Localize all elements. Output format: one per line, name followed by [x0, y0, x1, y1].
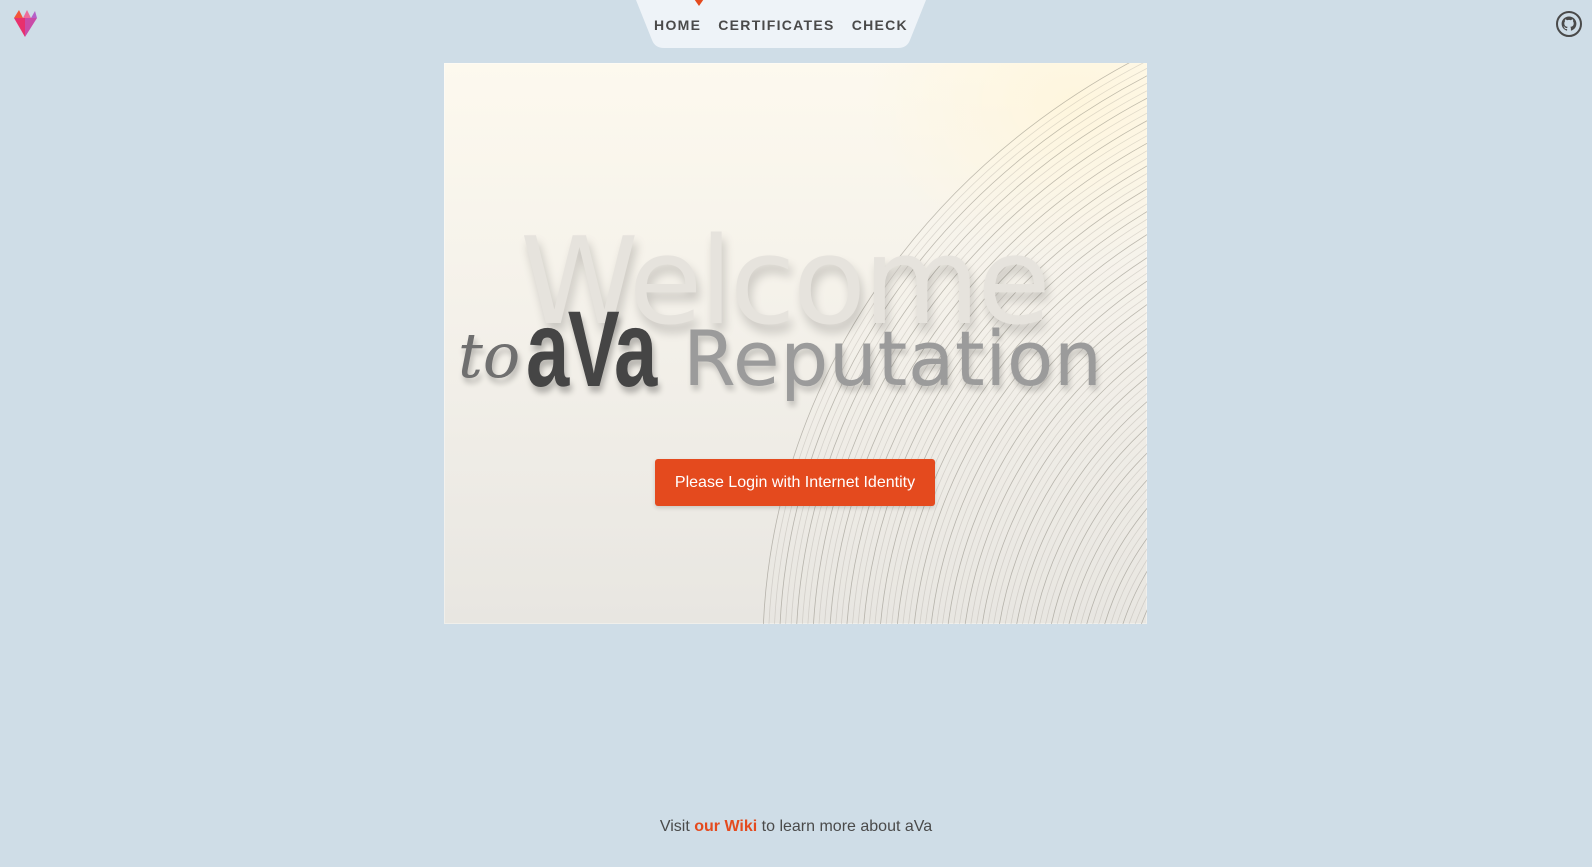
- login-internet-identity-button[interactable]: Please Login with Internet Identity: [655, 459, 935, 506]
- hero-banner: Welcome to aVa Reputation Please Login w…: [444, 63, 1147, 624]
- footer-wiki-note: Visit our Wiki to learn more about aVa: [0, 818, 1592, 836]
- nav-menu: HOME CERTIFICATES CHECK: [636, 17, 926, 33]
- footer-prefix: Visit: [659, 818, 690, 835]
- top-nav: HOME CERTIFICATES CHECK: [636, 0, 926, 48]
- wiki-link[interactable]: our Wiki: [694, 818, 757, 835]
- nav-item-check[interactable]: CHECK: [852, 17, 908, 33]
- to-text: to: [458, 319, 521, 392]
- ava-wordmark: aVa: [526, 288, 657, 409]
- ava-logo-icon[interactable]: [12, 8, 38, 38]
- reputation-text: Reputation: [683, 314, 1103, 403]
- github-icon[interactable]: [1556, 11, 1582, 37]
- footer-suffix: to learn more about aVa: [761, 818, 933, 835]
- nav-item-certificates[interactable]: CERTIFICATES: [718, 17, 834, 33]
- active-nav-indicator: [692, 0, 706, 6]
- nav-item-home[interactable]: HOME: [654, 17, 701, 33]
